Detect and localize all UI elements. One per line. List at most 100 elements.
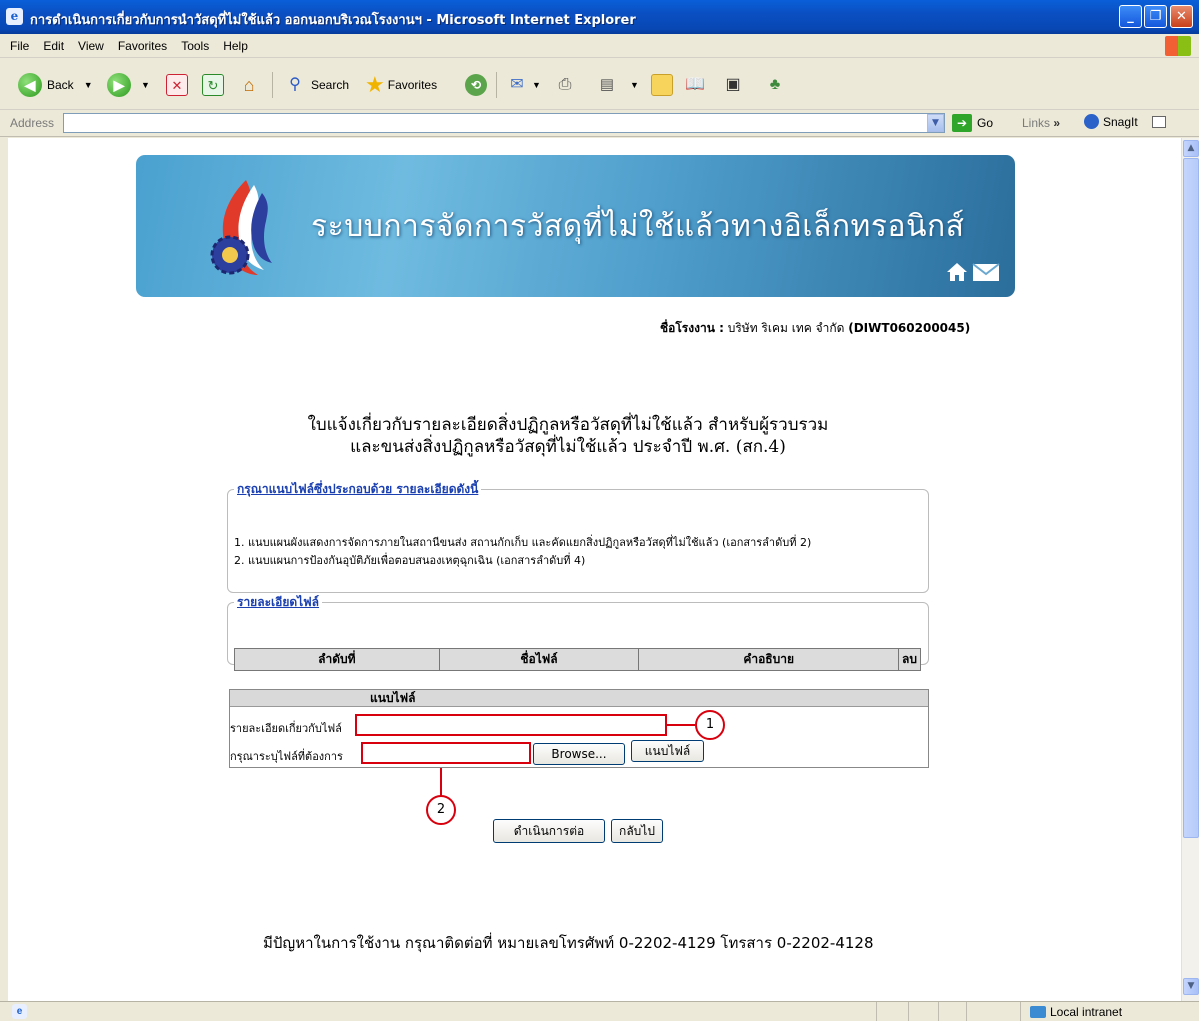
ie-icon: e xyxy=(6,8,23,25)
intranet-icon xyxy=(1030,1006,1046,1018)
links-label: Links xyxy=(1022,116,1051,130)
snagit-window-icon[interactable] xyxy=(1151,115,1166,128)
mail-icon[interactable] xyxy=(972,263,1000,282)
toolbar-separator xyxy=(496,72,497,98)
scroll-thumb[interactable] xyxy=(1183,158,1199,838)
menu-file[interactable]: File xyxy=(6,34,33,58)
refresh-button[interactable]: ↻ xyxy=(202,72,224,98)
menu-favorites[interactable]: Favorites xyxy=(114,34,171,58)
edit-button[interactable]: ▤ ▼ xyxy=(596,72,639,98)
research-button[interactable]: 📖 xyxy=(684,72,706,98)
page-status-icon: e xyxy=(12,1004,27,1019)
search-icon: ⚲ xyxy=(289,76,301,93)
history-icon: ⟲ xyxy=(465,74,487,96)
menu-bar: File Edit View Favorites Tools Help xyxy=(0,34,1199,58)
file-details-fieldset: รายละเอียดไฟล์ ลำดับที่ ชื่อไฟล์ คำอธิบา… xyxy=(227,593,929,671)
file-details-legend: รายละเอียดไฟล์ xyxy=(237,595,320,609)
home-icon[interactable] xyxy=(946,261,968,283)
messenger-icon: ♣ xyxy=(769,76,781,93)
favorites-star-icon: ★ xyxy=(365,72,385,97)
snagit-button[interactable]: SnagIt xyxy=(1084,114,1166,129)
instruction-item-1: 1. แนบแผนผังแสดงการจัดการภายในสถานีขนส่ง… xyxy=(234,536,812,549)
column-header-filename: ชื่อไฟล์ xyxy=(438,648,640,671)
research-icon: 📖 xyxy=(685,76,705,93)
file-details-table: ลำดับที่ ชื่อไฟล์ คำอธิบาย ลบ xyxy=(234,648,922,671)
menu-edit[interactable]: Edit xyxy=(39,34,68,58)
diw-logo-icon xyxy=(210,180,272,275)
snagit-icon xyxy=(1084,114,1099,129)
column-header-delete: ลบ xyxy=(897,648,922,671)
search-label: Search xyxy=(311,78,350,92)
favorites-button[interactable]: ★ Favorites xyxy=(365,72,437,98)
print-icon: ⎙ xyxy=(558,76,572,93)
go-button[interactable]: ➔ Go xyxy=(952,114,993,132)
favorites-label: Favorites xyxy=(387,78,438,92)
links-button[interactable]: Links » xyxy=(1022,116,1060,130)
banner: ระบบการจัดการวัสดุที่ไม่ใช้แล้วทางอิเล็ก… xyxy=(136,155,1015,297)
back-dropdown-icon: ▼ xyxy=(83,80,93,90)
mail-icon: ✉ xyxy=(510,76,524,93)
vertical-scrollbar[interactable]: ▲ ▼ xyxy=(1181,138,1199,1001)
forward-arrow-icon: ▶ xyxy=(107,73,131,97)
folder-icon xyxy=(651,74,673,96)
status-divider xyxy=(1020,1002,1021,1021)
restore-button[interactable]: ❐ xyxy=(1144,5,1167,28)
forward-dropdown-icon: ▼ xyxy=(141,80,150,90)
edit-dropdown-icon: ▼ xyxy=(630,80,639,90)
messenger-button[interactable]: ♣ xyxy=(764,72,786,98)
folder-button[interactable] xyxy=(651,72,673,98)
page-heading: ใบแจ้งเกี่ยวกับรายละเอียดสิ่งปฏิกูลหรือว… xyxy=(208,414,928,458)
address-label: Address xyxy=(10,116,55,130)
stop-button[interactable]: ✕ xyxy=(166,72,188,98)
forward-button[interactable]: ▶ ▼ xyxy=(107,72,150,98)
contact-footer: มีปัญหาในการใช้งาน กรุณาติดต่อที่ หมายเล… xyxy=(263,934,874,952)
go-arrow-icon: ➔ xyxy=(952,114,972,132)
instructions-legend: กรุณาแนบไฟล์ซึ่งประกอบด้วย รายละเอียดดัง… xyxy=(237,482,479,496)
callout-2-line xyxy=(440,768,442,796)
factory-code: (DIWT060200045) xyxy=(848,321,971,335)
security-zone: Local intranet xyxy=(1030,1005,1122,1019)
print-button[interactable]: ⎙ xyxy=(554,72,576,98)
toolbar: ◀ Back ▼ ▶ ▼ ✕ ↻ ⌂ ⚲ Search ★ Favorites … xyxy=(0,58,1199,110)
media-icon: ▣ xyxy=(725,76,741,93)
back-arrow-icon: ◀ xyxy=(18,73,42,97)
address-dropdown-icon[interactable]: ▼ xyxy=(927,114,944,132)
file-path-input[interactable] xyxy=(361,742,531,764)
column-header-number: ลำดับที่ xyxy=(234,648,440,671)
description-input[interactable] xyxy=(355,714,667,736)
media-button[interactable]: ▣ xyxy=(722,72,744,98)
callout-1: 1 xyxy=(695,710,725,740)
column-header-description: คำอธิบาย xyxy=(638,648,899,671)
close-button[interactable]: ✕ xyxy=(1170,5,1193,28)
back-button[interactable]: กลับไป xyxy=(611,819,663,843)
address-input[interactable] xyxy=(63,113,945,133)
browse-button[interactable]: Browse... xyxy=(533,743,625,765)
scroll-down-icon[interactable]: ▼ xyxy=(1183,978,1199,995)
windows-flag-icon xyxy=(1165,36,1191,56)
search-button[interactable]: ⚲ Search xyxy=(284,72,349,98)
description-label: รายละเอียดเกี่ยวกับไฟล์ xyxy=(230,722,342,735)
refresh-icon: ↻ xyxy=(202,74,224,96)
mail-button[interactable]: ✉ ▼ xyxy=(506,72,541,98)
instructions-fieldset: กรุณาแนบไฟล์ซึ่งประกอบด้วย รายละเอียดดัง… xyxy=(227,480,929,593)
proceed-button[interactable]: ดำเนินการต่อ xyxy=(493,819,605,843)
menu-view[interactable]: View xyxy=(74,34,108,58)
menu-help[interactable]: Help xyxy=(219,34,252,58)
back-label: Back xyxy=(47,78,74,92)
home-button[interactable]: ⌂ xyxy=(238,72,260,98)
status-divider xyxy=(876,1002,877,1021)
toolbar-separator xyxy=(272,72,273,98)
factory-info: ชื่อโรงงาน : บริษัท ริเคม เทค จำกัด (DIW… xyxy=(660,319,970,338)
snagit-label: SnagIt xyxy=(1103,114,1138,129)
menu-tools[interactable]: Tools xyxy=(177,34,213,58)
minimize-button[interactable]: _ xyxy=(1119,5,1142,28)
page-content: ระบบการจัดการวัสดุที่ไม่ใช้แล้วทางอิเล็ก… xyxy=(8,138,1181,1001)
home-icon: ⌂ xyxy=(243,75,255,95)
scroll-up-icon[interactable]: ▲ xyxy=(1183,140,1199,157)
back-button[interactable]: ◀ Back ▼ xyxy=(18,72,93,98)
zone-label: Local intranet xyxy=(1050,1005,1123,1019)
attach-file-button[interactable]: แนบไฟล์ xyxy=(631,740,704,762)
history-button[interactable]: ⟲ xyxy=(465,72,487,98)
banner-title: ระบบการจัดการวัสดุที่ไม่ใช้แล้วทางอิเล็ก… xyxy=(311,209,965,244)
heading-line-1: ใบแจ้งเกี่ยวกับรายละเอียดสิ่งปฏิกูลหรือว… xyxy=(307,415,829,435)
